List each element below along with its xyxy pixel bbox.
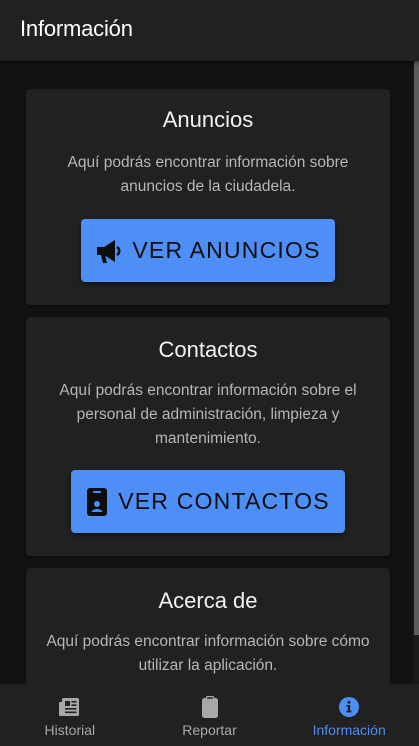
card-title: Acerca de (158, 588, 258, 613)
card-acerca-de: Acerca de Aquí podrás encontrar informac… (26, 568, 390, 684)
clipboard-icon (198, 695, 222, 719)
card-contactos: Contactos Aquí podrás encontrar informac… (26, 317, 390, 556)
nav-item-reportar[interactable]: Reportar (140, 684, 280, 746)
contact-badge-icon (86, 487, 108, 517)
card-title: Contactos (158, 337, 258, 362)
card-description: Aquí podrás encontrar información sobre … (67, 154, 349, 195)
megaphone-icon (95, 238, 122, 264)
nav-label-historial: Historial (44, 722, 96, 738)
nav-label-informacion: Información (312, 722, 386, 738)
ver-contactos-button[interactable]: VER CONTACTOS (71, 470, 345, 533)
card-description: Aquí podrás encontrar información sobre … (46, 633, 370, 674)
card-anuncios: Anuncios Aquí podrás encontrar informaci… (26, 89, 390, 305)
ver-anuncios-label: VER ANUNCIOS (132, 237, 321, 263)
app-bar: Información (0, 0, 419, 61)
nav-label-reportar: Reportar (182, 722, 237, 738)
bottom-navigation: Historial Reportar Información (0, 684, 419, 746)
card-title: Anuncios (162, 107, 254, 132)
info-content[interactable]: Anuncios Aquí podrás encontrar informaci… (0, 61, 419, 684)
info-circle-icon (337, 695, 361, 719)
ver-contactos-label: VER CONTACTOS (118, 488, 330, 514)
ver-anuncios-button[interactable]: VER ANUNCIOS (81, 219, 335, 282)
page-title: Información (20, 16, 133, 41)
card-description: Aquí podrás encontrar información sobre … (59, 382, 357, 447)
newspaper-icon (58, 695, 82, 719)
nav-item-historial[interactable]: Historial (0, 684, 140, 746)
nav-item-informacion[interactable]: Información (279, 684, 419, 746)
scrollbar-thumb[interactable] (414, 61, 419, 635)
